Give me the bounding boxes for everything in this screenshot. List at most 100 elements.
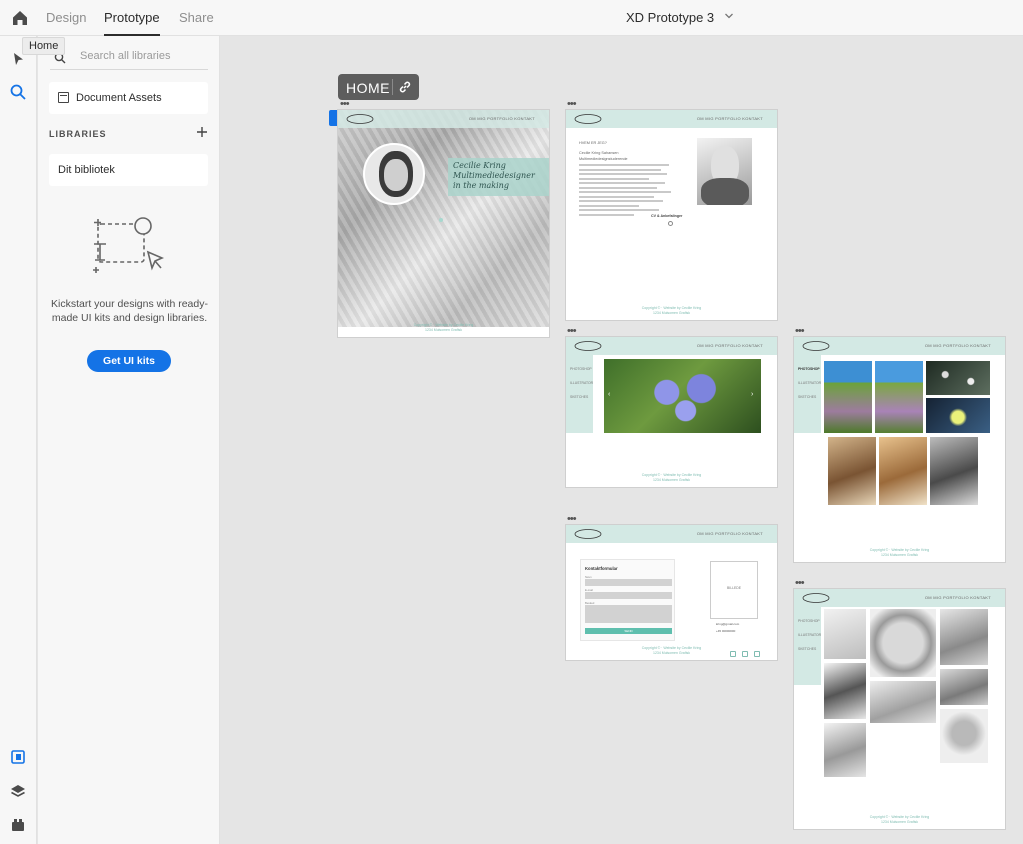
layers-icon[interactable] — [9, 782, 27, 800]
artboard-about[interactable]: OM MIG PORTFOLIO KONTAKT HVEM ER JEG? Ce… — [566, 110, 777, 320]
side-item[interactable]: PHOTOSHOP — [798, 367, 820, 371]
sketches-sidebar: PHOTOSHOP ILLUSTRATOR SKETCHES — [794, 607, 821, 685]
prototype-canvas[interactable]: HOME ••• ••• ••• ••• ••• ••• OM MIG PORT… — [221, 36, 1023, 844]
libraries-heading: LIBRARIES — [49, 129, 107, 139]
photo-thumbnail[interactable] — [828, 437, 876, 505]
side-item[interactable]: SKETCHES — [570, 395, 588, 399]
contact-email[interactable]: kring@gmail.com — [716, 622, 739, 626]
home-icon[interactable] — [10, 8, 30, 28]
document-assets-label: Document Assets — [76, 92, 162, 104]
send-button[interactable]: SEND — [585, 628, 672, 634]
artboard-sketches[interactable]: OM MIG PORTFOLIO KONTAKT PHOTOSHOP ILLUS… — [794, 589, 1005, 829]
board-footer: Copyright © · Website by Cecilie Kring 12… — [794, 815, 1005, 825]
home-subtitle: Multimediedesigner — [453, 171, 535, 180]
artboard-menu-icon[interactable]: ••• — [567, 326, 577, 337]
home-subtitle-2: in the making — [453, 181, 509, 190]
library-item[interactable]: Dit bibliotek — [49, 154, 208, 186]
tab-prototype[interactable]: Prototype — [104, 10, 160, 36]
sketch-thumbnail[interactable] — [940, 609, 988, 665]
sketch-thumbnail[interactable] — [870, 609, 936, 677]
hotspot-dot — [439, 218, 443, 222]
divider — [392, 79, 393, 95]
photo-thumbnail[interactable] — [875, 361, 923, 433]
photo-placeholder-label: BILLEDE — [727, 586, 741, 590]
side-item[interactable]: SKETCHES — [798, 395, 816, 399]
contact-form-title: Kontaktformular — [585, 566, 618, 571]
logo-icon — [574, 529, 602, 539]
sketch-thumbnail[interactable] — [824, 609, 866, 659]
artboard-photoshop[interactable]: OM MIG PORTFOLIO KONTAKT PHOTOSHOP ILLUS… — [794, 337, 1005, 562]
libraries-panel: Document Assets LIBRARIES Dit bibliotek … — [38, 36, 220, 844]
board-header: OM MIG PORTFOLIO KONTAKT — [566, 337, 777, 355]
tab-share[interactable]: Share — [179, 10, 214, 25]
board-footer: Copyright © · Website by Cecilie Kring 12… — [566, 473, 777, 483]
photo-thumbnail[interactable] — [926, 361, 990, 395]
side-item[interactable]: SKETCHES — [798, 647, 816, 651]
home-flow-label[interactable]: HOME — [338, 74, 419, 100]
board-header: OM MIG PORTFOLIO KONTAKT — [794, 589, 1005, 607]
home-start-flag — [329, 110, 338, 126]
portrait-photo — [697, 138, 752, 205]
artboard-menu-icon[interactable]: ••• — [795, 326, 805, 337]
portfolio-sidebar: PHOTOSHOP ILLUSTRATOR SKETCHES — [566, 355, 593, 433]
artboard-menu-icon[interactable]: ••• — [567, 99, 577, 110]
board-nav: OM MIG PORTFOLIO KONTAKT — [924, 343, 991, 348]
get-ui-kits-button[interactable]: Get UI kits — [87, 350, 171, 372]
contact-form: Kontaktformular Navn E-mail Besked SEND — [580, 559, 675, 641]
cv-link[interactable]: CV & Anbefalinger — [651, 214, 682, 218]
home-flow-name: HOME — [346, 80, 390, 96]
logo-icon — [802, 341, 830, 351]
about-heading: HVEM ER JEG? — [579, 141, 607, 145]
flower-slide-photo — [604, 359, 761, 433]
sketch-thumbnail[interactable] — [940, 669, 988, 705]
artboard-menu-icon[interactable]: ••• — [340, 99, 350, 110]
link-icon[interactable] — [398, 80, 412, 94]
side-item[interactable]: ILLUSTRATOR — [798, 381, 821, 385]
tab-design[interactable]: Design — [46, 10, 86, 25]
side-item[interactable]: PHOTOSHOP — [798, 619, 820, 623]
cv-icon — [668, 221, 673, 226]
artboard-home[interactable]: OM MIG PORTFOLIO KONTAKT Cecilie Kring M… — [338, 110, 549, 337]
board-header: OM MIG PORTFOLIO KONTAKT — [566, 110, 777, 128]
artboard-menu-icon[interactable]: ••• — [567, 514, 577, 525]
photo-thumbnail[interactable] — [879, 437, 927, 505]
artboard-menu-icon[interactable]: ••• — [795, 578, 805, 589]
kickstart-text: Kickstart your designs with ready-made U… — [51, 298, 208, 324]
chevron-left-icon[interactable]: ‹ — [608, 391, 610, 398]
top-bar: Design Prototype Share XD Prototype 3 — [0, 0, 1023, 36]
side-item[interactable]: ILLUSTRATOR — [570, 381, 593, 385]
search-icon[interactable] — [9, 83, 27, 101]
artboard-portfolio[interactable]: OM MIG PORTFOLIO KONTAKT PHOTOSHOP ILLUS… — [566, 337, 777, 487]
sketch-thumbnail[interactable] — [824, 663, 866, 719]
sketch-thumbnail[interactable] — [870, 681, 936, 723]
board-nav: OM MIG PORTFOLIO KONTAKT — [696, 116, 763, 121]
board-nav: OM MIG PORTFOLIO KONTAKT — [924, 595, 991, 600]
sketch-thumbnail[interactable] — [940, 709, 988, 763]
photo-thumbnail[interactable] — [930, 437, 978, 505]
message-field[interactable] — [585, 605, 672, 623]
board-header: OM MIG PORTFOLIO KONTAKT — [794, 337, 1005, 355]
chevron-right-icon[interactable]: › — [751, 391, 753, 398]
document-title[interactable]: XD Prototype 3 — [626, 10, 734, 25]
profile-photo — [363, 143, 425, 205]
contact-phone[interactable]: +45 00000000 — [716, 629, 735, 633]
photo-thumbnail[interactable] — [824, 361, 872, 433]
board-footer: Copyright © · Website by Cecilie Kring 12… — [794, 548, 1005, 558]
plugins-icon[interactable] — [9, 816, 27, 834]
artboard-contact[interactable]: OM MIG PORTFOLIO KONTAKT Kontaktformular… — [566, 525, 777, 660]
contact-photo-placeholder: BILLEDE — [710, 561, 758, 619]
side-item[interactable]: ILLUSTRATOR — [798, 633, 821, 637]
footer-text: 1234 Mulsomen Grafisk — [425, 328, 462, 332]
sketch-thumbnail[interactable] — [824, 723, 866, 777]
assets-panel-icon[interactable] — [9, 748, 27, 766]
home-title: Cecilie Kring — [453, 161, 506, 170]
add-library-icon[interactable] — [196, 126, 208, 138]
footer-text: 1234 Mulsomen Grafisk — [881, 820, 918, 824]
name-field[interactable] — [585, 579, 672, 586]
search-input[interactable] — [80, 50, 208, 62]
photo-thumbnail[interactable] — [926, 398, 990, 433]
document-assets-item[interactable]: Document Assets — [49, 82, 208, 114]
intro-box: Cecilie Kring Multimediedesigner in the … — [448, 158, 549, 196]
side-item[interactable]: PHOTOSHOP — [570, 367, 592, 371]
email-field[interactable] — [585, 592, 672, 599]
